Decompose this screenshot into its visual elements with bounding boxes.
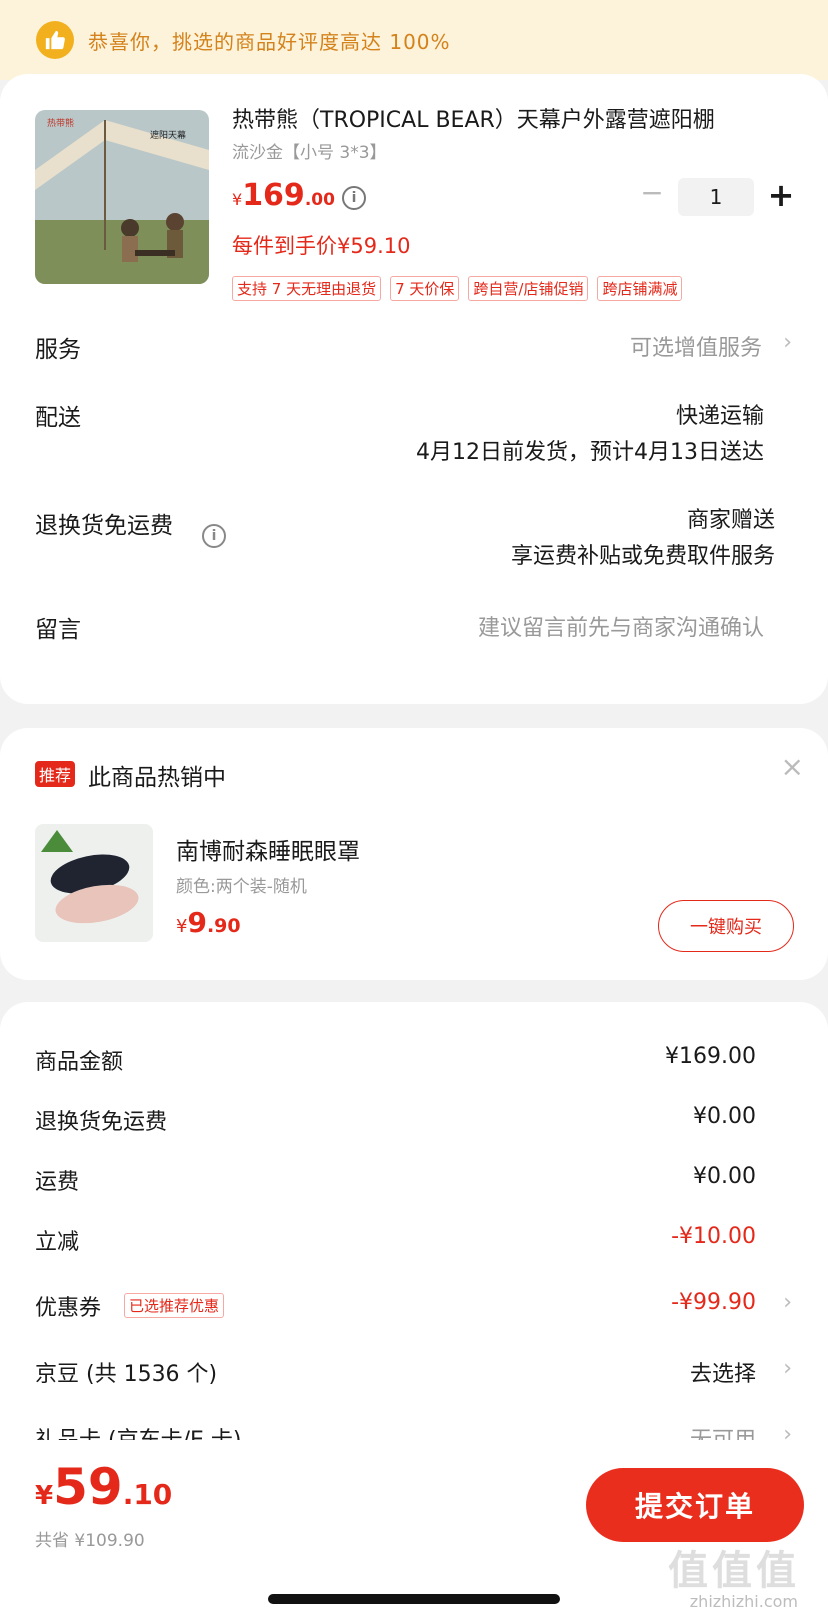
discount-label: 立减 xyxy=(35,1230,80,1255)
product-image-caption: 遮阳天幕 xyxy=(150,129,186,141)
return-free-value: ¥0.00 xyxy=(693,1104,756,1129)
service-value[interactable]: 可选增值服务 xyxy=(630,330,762,362)
recommend-product-price: ¥ 9 .90 xyxy=(176,906,241,939)
info-icon[interactable]: i xyxy=(202,524,226,548)
submit-order-button[interactable]: 提交订单 xyxy=(586,1468,804,1542)
total-price: ¥ 59 .10 xyxy=(35,1458,172,1516)
recommend-title: 此商品热销中 xyxy=(88,765,226,791)
checkout-bar: ¥ 59 .10 共省 ¥109.90 提交订单 值值值 zhizhizhi.c… xyxy=(0,1440,828,1619)
chevron-right-icon[interactable]: › xyxy=(783,1356,792,1381)
return-value: 商家赠送 xyxy=(686,508,775,533)
product-image-brand: 热带熊 xyxy=(47,117,74,129)
one-click-buy-button[interactable]: 一键购买 xyxy=(658,900,794,952)
recommend-product-name[interactable]: 南博耐森睡眠眼罩 xyxy=(176,832,360,866)
goods-amount-value: ¥169.00 xyxy=(665,1044,756,1069)
return-subvalue: 享运费补贴或免费取件服务 xyxy=(510,544,775,569)
service-tag: 支持 7 天无理由退货 xyxy=(232,276,382,301)
jingdou-value[interactable]: 去选择 xyxy=(690,1356,756,1388)
total-decimal: .10 xyxy=(122,1478,173,1511)
price-decimal: .00 xyxy=(304,190,335,210)
watermark: 值值值 xyxy=(668,1548,800,1594)
goods-amount-label: 商品金额 xyxy=(35,1050,124,1075)
delivery-label: 配送 xyxy=(35,405,81,431)
recommend-product-spec: 颜色:两个装-随机 xyxy=(176,877,307,897)
return-free-label: 退换货免运费 xyxy=(35,1110,168,1135)
service-tag: 跨自营/店铺促销 xyxy=(468,276,589,301)
close-icon[interactable]: × xyxy=(781,750,804,783)
service-tags: 支持 7 天无理由退货 7 天价保 跨自营/店铺促销 跨店铺满减 xyxy=(232,276,683,301)
price-info-icon[interactable]: i xyxy=(342,186,366,210)
return-label: 退换货免运费 xyxy=(35,513,173,539)
total-integer: 59 xyxy=(53,1458,123,1516)
delivery-schedule: 4月12日前发货，预计4月13日送达 xyxy=(416,440,764,465)
home-indicator[interactable] xyxy=(268,1594,560,1604)
banner-text: 恭喜你，挑选的商品好评度高达 100% xyxy=(88,29,451,54)
service-tag: 跨店铺满减 xyxy=(597,276,683,301)
thumbs-up-icon xyxy=(36,21,74,59)
quantity-input[interactable]: 1 xyxy=(678,178,754,216)
recommend-badge: 推荐 xyxy=(35,761,76,787)
service-label: 服务 xyxy=(35,337,81,363)
message-input[interactable]: 建议留言前先与商家沟通确认 xyxy=(478,610,764,642)
price-integer: 169 xyxy=(242,178,305,213)
saved-amount: 共省 ¥109.90 xyxy=(35,1531,145,1551)
coupon-value[interactable]: -¥99.90 xyxy=(671,1290,756,1315)
chevron-right-icon[interactable]: › xyxy=(783,330,792,355)
recommendation-card: 推荐 此商品热销中 × 南博耐森睡眠眼罩 颜色:两个装-随机 ¥ 9 .90 一… xyxy=(0,728,828,980)
coupon-label: 优惠券 xyxy=(35,1296,102,1321)
shipping-label: 运费 xyxy=(35,1170,80,1195)
success-banner: 恭喜你，挑选的商品好评度高达 100% xyxy=(0,0,828,80)
per-item-price: 每件到手价¥59.10 xyxy=(232,234,411,258)
product-spec[interactable]: 流沙金【小号 3*3】 xyxy=(232,138,387,163)
quantity-plus-button[interactable]: + xyxy=(766,178,796,214)
message-label: 留言 xyxy=(35,617,81,643)
delivery-method[interactable]: 快递运输 xyxy=(676,398,764,430)
quantity-minus-button[interactable]: − xyxy=(640,179,664,207)
product-image[interactable]: 热带熊 遮阳天幕 xyxy=(35,110,209,284)
watermark-url: zhizhizhi.com xyxy=(689,1592,798,1611)
product-price: ¥ 169 .00 xyxy=(232,178,335,213)
price-integer: 9 xyxy=(187,906,207,939)
coupon-tag: 已选推荐优惠 xyxy=(124,1293,225,1318)
total-currency: ¥ xyxy=(35,1481,54,1511)
price-decimal: .90 xyxy=(206,915,241,937)
price-currency: ¥ xyxy=(232,190,243,209)
recommend-product-image[interactable] xyxy=(35,824,153,942)
discount-value: -¥10.00 xyxy=(671,1224,756,1249)
chevron-right-icon[interactable]: › xyxy=(783,1290,792,1315)
price-currency: ¥ xyxy=(176,916,188,937)
service-tag: 7 天价保 xyxy=(390,276,460,301)
jingdou-label: 京豆 (共 1536 个) xyxy=(35,1362,218,1387)
order-item-card: 热带熊 遮阳天幕 热带熊（TROPICAL BEAR）天幕户外露营遮阳棚 流沙金… xyxy=(0,74,828,704)
shipping-value: ¥0.00 xyxy=(693,1164,756,1189)
product-title[interactable]: 热带熊（TROPICAL BEAR）天幕户外露营遮阳棚 xyxy=(232,102,792,134)
